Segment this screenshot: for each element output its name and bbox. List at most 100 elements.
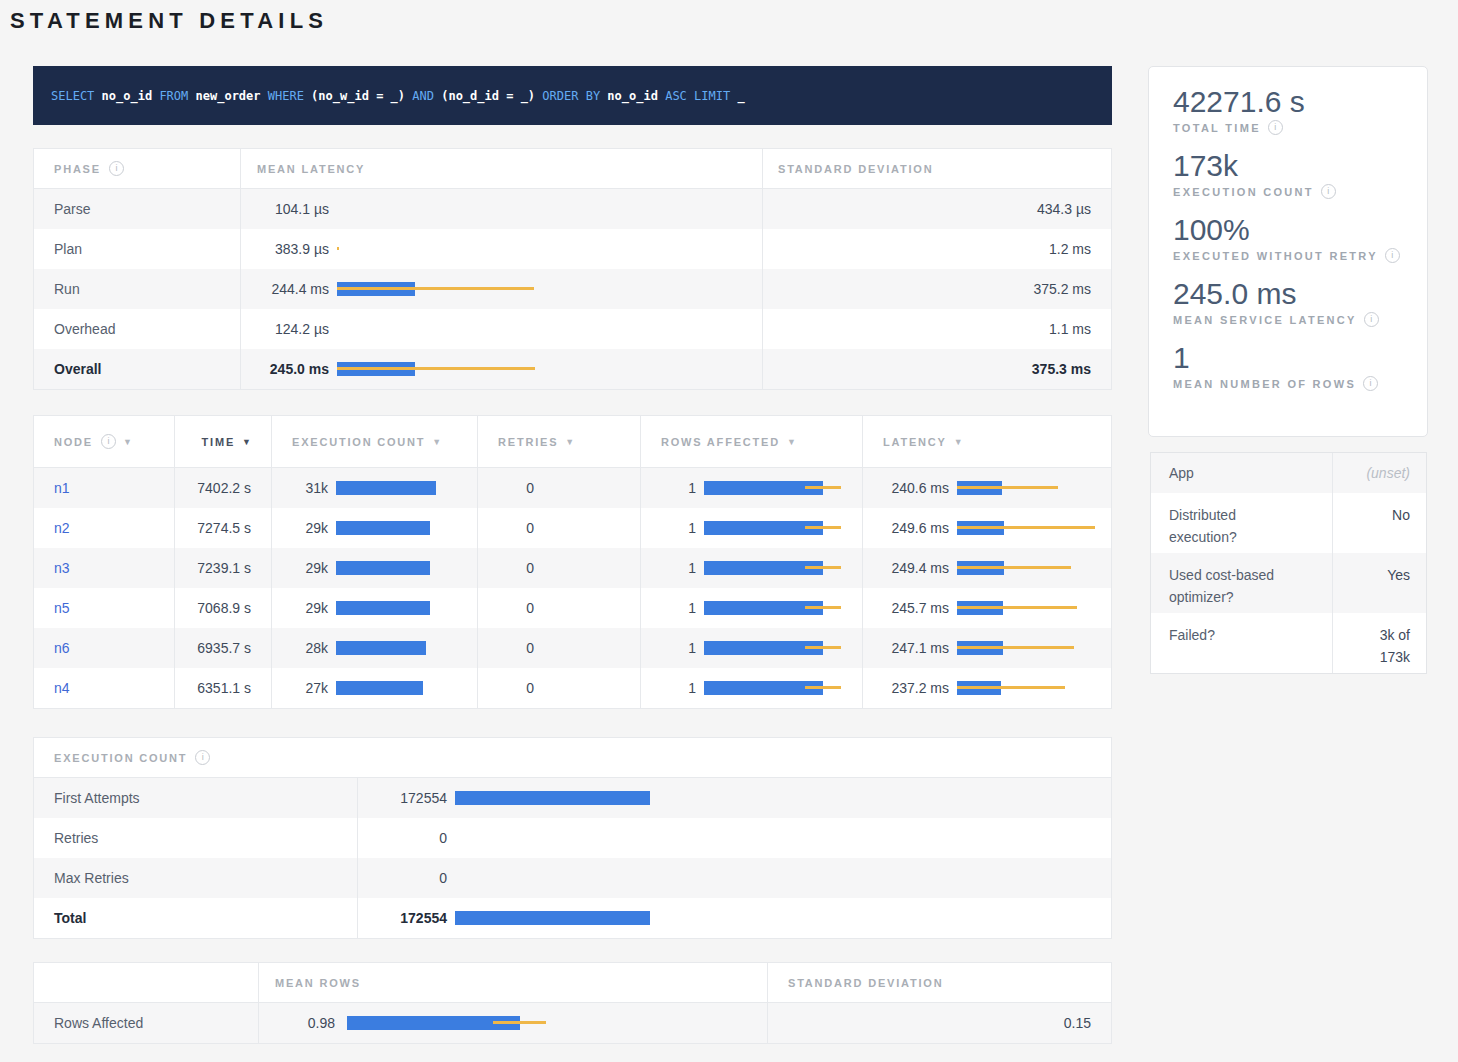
phase-header: PHASE (54, 163, 101, 175)
node-link[interactable]: n5 (54, 600, 70, 616)
count-value: 0 (365, 870, 447, 886)
retries-value: 0 (494, 600, 534, 616)
rows-affected-bar (704, 641, 862, 655)
row-value: 3k of 173k (1360, 624, 1410, 668)
rows-affected-header[interactable]: ROWS AFFECTED (661, 436, 780, 448)
stat-label: TOTAL TIME (1173, 122, 1261, 134)
stat-label: MEAN SERVICE LATENCY (1173, 314, 1357, 326)
std-dev-value: 434.3 µs (1037, 201, 1091, 217)
table-row: First Attempts 172554 (34, 778, 1111, 818)
sort-arrow-icon[interactable]: ▼ (123, 437, 132, 447)
rows-affected-value: 1 (657, 560, 696, 576)
latency-bar (337, 202, 762, 216)
row-label: Failed? (1169, 624, 1215, 646)
row-label: Max Retries (54, 870, 129, 886)
stat-label: EXECUTED WITHOUT RETRY (1173, 250, 1378, 262)
phase-label: Overall (54, 361, 101, 377)
count-bar (455, 911, 1111, 925)
app-label: App (1169, 462, 1194, 484)
latency-bar (337, 282, 762, 296)
node-link[interactable]: n4 (54, 680, 70, 696)
page-title: STATEMENT DETAILS (10, 8, 328, 34)
exec-count-bar (336, 681, 477, 695)
std-dev-value: 0.15 (1064, 1015, 1091, 1031)
latency-bar (957, 601, 1111, 615)
mean-latency-value: 104.1 µs (257, 201, 329, 217)
app-row: App (unset) (1151, 453, 1426, 493)
sort-arrow-icon[interactable]: ▼ (954, 437, 963, 447)
rows-affected-bar (704, 601, 862, 615)
info-icon[interactable]: i (101, 434, 116, 449)
summary-card: 42271.6 s TOTAL TIMEi 173k EXECUTION COU… (1148, 66, 1428, 437)
row-label: Retries (54, 830, 98, 846)
phase-label: Plan (54, 241, 82, 257)
execution-count-title: EXECUTION COUNT (54, 752, 187, 764)
sort-arrow-icon[interactable]: ▼ (432, 437, 441, 447)
info-icon[interactable]: i (1364, 312, 1379, 327)
node-header[interactable]: NODE (54, 436, 93, 448)
time-value: 7274.5 s (197, 520, 251, 536)
exec-count-value: 29k (288, 600, 328, 616)
execution-count-table-header: EXECUTION COUNT i (34, 738, 1111, 778)
retries-header[interactable]: RETRIES (498, 436, 558, 448)
latency-header[interactable]: LATENCY (883, 436, 947, 448)
time-value: 7239.1 s (197, 560, 251, 576)
phase-table-header: PHASEi MEAN LATENCY STANDARD DEVIATION (34, 149, 1111, 189)
mean-rows-header: MEAN ROWS (275, 977, 361, 989)
exec-count-bar (336, 561, 477, 575)
row-label: Distributed execution? (1169, 504, 1289, 548)
stat-mean-service-latency: 245.0 ms MEAN SERVICE LATENCYi (1173, 276, 1403, 327)
count-value: 172554 (365, 790, 447, 806)
retries-value: 0 (494, 680, 534, 696)
retries-value: 0 (494, 640, 534, 656)
info-icon[interactable]: i (109, 161, 124, 176)
stat-value: 42271.6 s (1173, 84, 1403, 120)
time-header[interactable]: TIME (202, 436, 235, 448)
info-icon[interactable]: i (1385, 248, 1400, 263)
latency-bar (957, 521, 1111, 535)
latency-bar (957, 641, 1111, 655)
mean-latency-value: 244.4 ms (257, 281, 329, 297)
phase-label: Parse (54, 201, 91, 217)
table-row: Run 244.4 ms 375.2 ms (34, 269, 1111, 309)
stat-value: 100% (1173, 212, 1403, 248)
info-icon[interactable]: i (1268, 120, 1283, 135)
table-row: Rows Affected 0.98 0.15 (34, 1003, 1111, 1043)
exec-count-bar (336, 601, 477, 615)
exec-count-bar (336, 481, 477, 495)
rows-affected-value: 1 (657, 640, 696, 656)
mean-latency-value: 124.2 µs (257, 321, 329, 337)
time-value: 6351.1 s (197, 680, 251, 696)
sort-arrow-icon[interactable]: ▼ (242, 437, 251, 447)
info-icon[interactable]: i (1321, 184, 1336, 199)
exec-count-bar (336, 641, 477, 655)
latency-value: 240.6 ms (879, 480, 949, 496)
node-link[interactable]: n3 (54, 560, 70, 576)
latency-value: 247.1 ms (879, 640, 949, 656)
latency-value: 237.2 ms (879, 680, 949, 696)
count-bar (455, 791, 1111, 805)
app-value: (unset) (1366, 462, 1410, 484)
retries-value: 0 (494, 520, 534, 536)
info-icon[interactable]: i (195, 750, 210, 765)
node-link[interactable]: n6 (54, 640, 70, 656)
mean-latency-header: MEAN LATENCY (257, 163, 365, 175)
latency-bar (337, 322, 762, 336)
rows-affected-bar (704, 481, 862, 495)
exec-count-value: 29k (288, 560, 328, 576)
info-icon[interactable]: i (1363, 376, 1378, 391)
exec-count-value: 29k (288, 520, 328, 536)
mean-rows-bar (347, 1016, 767, 1030)
node-row: n6 6935.7 s 28k 0 1 247.1 ms (34, 628, 1111, 668)
latency-bar (957, 561, 1111, 575)
latency-bar (337, 242, 762, 256)
rows-affected-value: 1 (657, 480, 696, 496)
latency-bar (957, 681, 1111, 695)
node-row: n4 6351.1 s 27k 0 1 237.2 ms (34, 668, 1111, 708)
execution-count-header[interactable]: EXECUTION COUNT (292, 436, 425, 448)
sort-arrow-icon[interactable]: ▼ (787, 437, 796, 447)
node-link[interactable]: n1 (54, 480, 70, 496)
phase-label: Run (54, 281, 80, 297)
node-link[interactable]: n2 (54, 520, 70, 536)
sort-arrow-icon[interactable]: ▼ (565, 437, 574, 447)
